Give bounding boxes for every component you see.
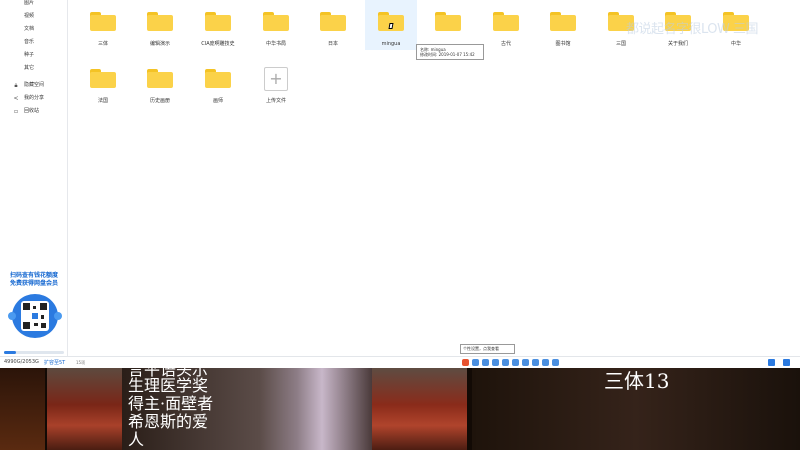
tray-icon[interactable] bbox=[512, 359, 519, 366]
sidebar-item-my-shares[interactable]: < 我的分享 bbox=[0, 92, 67, 105]
ime-tooltip: 个性设置，点我查看 bbox=[460, 344, 515, 354]
tray-icon[interactable] bbox=[472, 359, 479, 366]
sidebar-item-images[interactable]: 图片 bbox=[0, 0, 67, 10]
folder-name: 三体 bbox=[97, 41, 108, 47]
status-bar: 4990G/2053G 扩容至5T 15项 bbox=[0, 356, 800, 368]
sidebar-item-videos[interactable]: 视频 bbox=[0, 10, 67, 23]
ear-icon bbox=[54, 312, 62, 320]
folder-icon bbox=[205, 12, 231, 31]
sidebar-item-other[interactable]: 其它 bbox=[0, 62, 67, 75]
promo-line: 免费获得网盘会员 bbox=[9, 280, 58, 287]
video-frame-palace bbox=[47, 368, 122, 450]
sidebar-item-torrents[interactable]: 种子 bbox=[0, 49, 67, 62]
sidebar-item-music[interactable]: 音乐 bbox=[0, 36, 67, 49]
promo-banner[interactable]: 扫码查有钱花额度 免费获得网盘会员 bbox=[0, 272, 68, 288]
sidebar-item-recycle-bin[interactable]: ▫ 回收站 bbox=[0, 105, 67, 118]
sidebar-item-label: 我的分享 bbox=[24, 95, 45, 101]
folder-icon bbox=[90, 69, 116, 88]
expand-storage-link[interactable]: 扩容至5T bbox=[44, 359, 65, 366]
upload-file-button[interactable]: + 上传文件 bbox=[250, 57, 302, 107]
folder-icon bbox=[493, 12, 519, 31]
subtitle-line: 生理医学奖 bbox=[128, 376, 209, 395]
grid-view-icon[interactable] bbox=[768, 359, 775, 366]
video-title: 三体13 bbox=[604, 369, 670, 393]
video-frame-palace bbox=[372, 368, 467, 450]
folder-name: 画师 bbox=[212, 98, 223, 104]
folder-name: 古代 bbox=[500, 41, 511, 47]
video-strip: 言平语头示 生理医学奖 得主·面壁者 希恩斯的爱 人 三体13 bbox=[0, 368, 800, 450]
trash-icon: ▫ bbox=[13, 107, 19, 115]
sogou-ime-icon[interactable] bbox=[462, 359, 469, 366]
storage-progress-bar bbox=[4, 351, 64, 354]
folder-icon bbox=[550, 12, 576, 31]
tooltip-modified: 修改时间: 2019-01-07 15:42 bbox=[420, 52, 475, 57]
sidebar: 图片 视频 文档 音乐 种子 其它 🔒︎ 隐藏空间 < 我的分享 ▫ 回收站 扫… bbox=[0, 0, 68, 368]
subtitle-line: 希恩斯的爱 bbox=[128, 412, 209, 431]
plus-icon: + bbox=[264, 67, 288, 91]
storage-progress-fill bbox=[4, 351, 16, 354]
ear-icon bbox=[8, 312, 16, 320]
folder-name: 图书馆 bbox=[555, 41, 571, 47]
storage-usage: 4990G/2053G bbox=[4, 359, 39, 365]
folder-icon bbox=[205, 69, 231, 88]
folder-name: 法国 bbox=[97, 98, 108, 104]
sidebar-item-docs[interactable]: 文档 bbox=[0, 23, 67, 36]
folder-icon bbox=[263, 12, 289, 31]
folder-item[interactable]: 中华书局 bbox=[250, 0, 302, 50]
promo-line: 扫码查有钱花额度 bbox=[9, 272, 58, 279]
folder-icon bbox=[147, 69, 173, 88]
folder-name: CIA庞啊雕技史 bbox=[201, 41, 235, 47]
folder-item[interactable]: 法国 bbox=[77, 57, 129, 107]
qr-code-badge[interactable] bbox=[8, 294, 62, 338]
upload-label: 上传文件 bbox=[265, 98, 286, 104]
tray-icon[interactable] bbox=[552, 359, 559, 366]
folder-icon bbox=[90, 12, 116, 31]
sidebar-item-hidden-space[interactable]: 🔒︎ 隐藏空间 bbox=[0, 79, 67, 92]
watermark-text: 都说起名字很LOW 三国 bbox=[626, 22, 759, 37]
system-tray bbox=[462, 359, 559, 366]
lock-icon: 🔒︎ bbox=[14, 81, 18, 89]
folder-item[interactable]: 古代 bbox=[480, 0, 532, 50]
tray-icon[interactable] bbox=[542, 359, 549, 366]
folder-item[interactable]: 三体 bbox=[77, 0, 129, 50]
share-icon: < bbox=[13, 94, 19, 102]
folder-item[interactable]: 日本 bbox=[307, 0, 359, 50]
folder-item[interactable]: 编辑演示 bbox=[134, 0, 186, 50]
folder-item[interactable]: 历史画册 bbox=[134, 57, 186, 107]
video-subtitle: 言平语头示 生理医学奖 得主·面壁者 希恩斯的爱 人 bbox=[128, 368, 213, 449]
tray-icon[interactable] bbox=[502, 359, 509, 366]
folder-item[interactable]: 图书馆 bbox=[537, 0, 589, 50]
folder-item[interactable]: CIA庞啊雕技史 bbox=[192, 0, 244, 50]
tray-icon[interactable] bbox=[522, 359, 529, 366]
view-switcher bbox=[768, 359, 790, 366]
folder-name: 关于我们 bbox=[667, 41, 688, 47]
folder-name: 日本 bbox=[327, 41, 338, 47]
folder-icon bbox=[320, 12, 346, 31]
folder-name: 编辑演示 bbox=[149, 41, 170, 47]
sidebar-item-label: 隐藏空间 bbox=[24, 82, 45, 88]
folder-item[interactable] bbox=[422, 0, 474, 50]
folder-item[interactable]: 画师 bbox=[192, 57, 244, 107]
sidebar-item-label: 回收站 bbox=[24, 108, 40, 114]
folder-name: mingua bbox=[381, 41, 401, 47]
subtitle-line: 得主·面壁者 bbox=[128, 394, 214, 413]
tray-icon[interactable] bbox=[482, 359, 489, 366]
folder-icon bbox=[147, 12, 173, 31]
folder-name: 三国 bbox=[615, 41, 626, 47]
qr-code bbox=[21, 301, 49, 331]
folder-name: 中华书局 bbox=[265, 41, 286, 47]
folder-tooltip: 名称: mingua 修改时间: 2019-01-07 15:42 bbox=[416, 44, 484, 60]
folder-name: 中华 bbox=[730, 41, 741, 47]
folder-name: 历史画册 bbox=[149, 98, 170, 104]
list-view-icon[interactable] bbox=[783, 359, 790, 366]
subtitle-line: 人 bbox=[128, 430, 145, 449]
folder-icon bbox=[435, 12, 461, 31]
item-count: 15项 bbox=[76, 360, 86, 365]
tray-icon[interactable] bbox=[532, 359, 539, 366]
tray-icon[interactable] bbox=[492, 359, 499, 366]
